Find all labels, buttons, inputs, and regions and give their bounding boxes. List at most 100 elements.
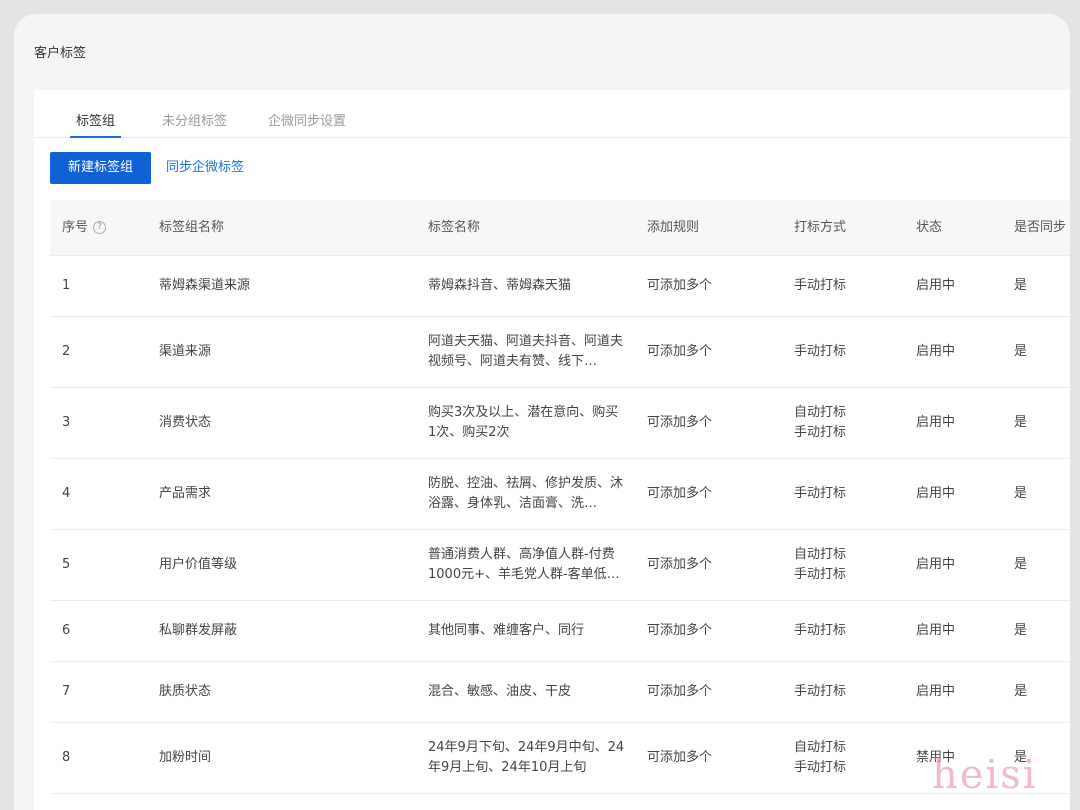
row-add-rule: 可添加多个 [647,415,713,430]
row-status: 启用中 [916,684,956,699]
row-tag-names: 其他同事、难缠客户、同行 [428,601,628,661]
row-tag-names: 蒂姆森抖音、蒂姆森天猫 [428,256,628,316]
table-row[interactable]: 1 蒂姆森渠道来源 蒂姆森抖音、蒂姆森天猫 可添加多个 手动打标 启用中 是 [50,256,1070,317]
row-tag-names: 防脱、控油、祛屑、修护发质、沐浴露、身体乳、洁面膏、洗… [428,459,628,529]
row-group-name: 肤质状态 [159,684,212,699]
row-seq: 7 [62,684,71,699]
table-row[interactable]: 7 肤质状态 混合、敏感、油皮、干皮 可添加多个 手动打标 启用中 是 [50,662,1070,723]
row-tag-mode-item: 手动打标 [794,486,847,501]
row-tag-mode-item: 手动打标 [794,425,847,440]
row-tag-names-text: 普通消费人群、高净值人群-付费1000元+、羊毛党人群-客单低… [428,547,620,582]
row-add-rule: 可添加多个 [647,278,713,293]
row-add-rule: 可添加多个 [647,486,713,501]
tab-tag-groups[interactable]: 标签组 [69,110,122,138]
row-add-rule: 可添加多个 [647,344,713,359]
tab-ungrouped-tags[interactable]: 未分组标签 [162,110,227,129]
row-tag-names-text: 阿道夫天猫、阿道夫抖音、阿道夫视频号、阿道夫有赞、线下… [428,334,624,369]
row-group-name: 加粉时间 [159,750,212,765]
row-tag-mode: 自动打标 手动打标 [794,723,904,793]
row-group-name: 私聊群发屏蔽 [159,623,238,638]
row-sync: 是 [1014,557,1028,572]
header-sync: 是否同步 [1014,219,1067,235]
row-tag-mode: 手动打标 [794,601,904,661]
header-status: 状态 [916,219,943,235]
table-row[interactable]: 2 渠道来源 阿道夫天猫、阿道夫抖音、阿道夫视频号、阿道夫有赞、线下… 可添加多… [50,317,1070,388]
row-group-name: 产品需求 [159,486,212,501]
row-seq: 3 [62,415,71,430]
row-group-name: 消费状态 [159,415,212,430]
row-tag-mode: 手动打标 [794,317,904,387]
row-seq: 6 [62,623,71,638]
row-tag-names-text: 购买3次及以上、潜在意向、购买1次、购买2次 [428,405,619,440]
row-seq: 8 [62,750,71,765]
row-status: 启用中 [916,415,956,430]
row-tag-names: 24年9月下旬、24年9月中旬、24年9月上旬、24年10月上旬 [428,723,628,793]
row-sync: 是 [1014,344,1028,359]
row-tag-names-text: 24年9月下旬、24年9月中旬、24年9月上旬、24年10月上旬 [428,740,625,775]
row-tag-mode-item: 自动打标 [794,405,847,420]
header-tag-names: 标签名称 [428,219,481,235]
row-tag-names: 混合、敏感、油皮、干皮 [428,662,628,722]
tab-wecom-sync-settings[interactable]: 企微同步设置 [268,110,346,129]
table-row[interactable]: 3 消费状态 购买3次及以上、潜在意向、购买1次、购买2次 可添加多个 自动打标… [50,388,1070,459]
row-sync: 是 [1014,415,1028,430]
row-tag-mode-item: 手动打标 [794,278,847,293]
row-tag-mode: 手动打标 [794,662,904,722]
row-group-name: 用户价值等级 [159,557,238,572]
row-tag-mode: 自动打标 手动打标 [794,388,904,458]
row-tag-mode-item: 自动打标 [794,740,847,755]
row-tag-mode: 手动打标 [794,256,904,316]
row-add-rule: 可添加多个 [647,623,713,638]
row-tag-names-text: 蒂姆森抖音、蒂姆森天猫 [428,278,572,293]
row-status: 启用中 [916,278,956,293]
row-tag-names: 购买3次及以上、潜在意向、购买1次、购买2次 [428,388,628,458]
row-tag-names: 阿道夫天猫、阿道夫抖音、阿道夫视频号、阿道夫有赞、线下… [428,317,628,387]
row-add-rule: 可添加多个 [647,750,713,765]
row-seq: 4 [62,486,71,501]
row-tag-mode-item: 自动打标 [794,547,847,562]
watermark: heisi [932,752,1038,798]
row-tag-mode: 手动打标 [794,459,904,529]
row-tag-mode-item: 手动打标 [794,567,847,582]
row-status: 启用中 [916,623,956,638]
row-add-rule: 可添加多个 [647,557,713,572]
row-tag-names-text: 混合、敏感、油皮、干皮 [428,684,572,699]
table-row[interactable]: 8 加粉时间 24年9月下旬、24年9月中旬、24年9月上旬、24年10月上旬 … [50,723,1070,794]
row-status: 启用中 [916,486,956,501]
row-sync: 是 [1014,623,1028,638]
table-row[interactable]: 6 私聊群发屏蔽 其他同事、难缠客户、同行 可添加多个 手动打标 启用中 是 [50,601,1070,662]
row-tag-mode-item: 手动打标 [794,623,847,638]
row-tag-mode: 自动打标 手动打标 [794,530,904,600]
content-card: 标签组 未分组标签 企微同步设置 新建标签组 同步企微标签 序号 ? 标签组名称… [34,90,1070,810]
row-tag-mode-item: 手动打标 [794,684,847,699]
row-tag-mode-item: 手动打标 [794,344,847,359]
page-title: 客户标签 [34,46,87,61]
header-tag-mode: 打标方式 [794,219,847,235]
header-group-name: 标签组名称 [159,219,225,235]
row-add-rule: 可添加多个 [647,684,713,699]
row-group-name: 蒂姆森渠道来源 [159,278,251,293]
new-tag-group-button[interactable]: 新建标签组 [50,152,151,184]
row-seq: 2 [62,344,71,359]
row-sync: 是 [1014,684,1028,699]
row-status: 启用中 [916,344,956,359]
table-row[interactable]: 4 产品需求 防脱、控油、祛屑、修护发质、沐浴露、身体乳、洁面膏、洗… 可添加多… [50,459,1070,530]
row-tag-names: 普通消费人群、高净值人群-付费1000元+、羊毛党人群-客单低… [428,530,628,600]
tab-bar: 标签组 未分组标签 企微同步设置 [34,90,1070,138]
row-sync: 是 [1014,486,1028,501]
tag-group-table: 序号 ? 标签组名称 标签名称 添加规则 打标方式 状态 是否同步 1 蒂姆森渠… [50,200,1070,794]
header-seq-label: 序号 [62,219,89,235]
app-frame: 客户标签 标签组 未分组标签 企微同步设置 新建标签组 同步企微标签 序号 ? … [14,14,1070,810]
header-seq: 序号 ? [62,200,142,255]
header-add-rule: 添加规则 [647,219,700,235]
table-header: 序号 ? 标签组名称 标签名称 添加规则 打标方式 状态 是否同步 [50,200,1070,256]
row-tag-names-text: 其他同事、难缠客户、同行 [428,623,585,638]
row-seq: 5 [62,557,71,572]
row-tag-mode-item: 手动打标 [794,760,847,775]
question-circle-icon[interactable]: ? [93,221,107,234]
row-group-name: 渠道来源 [159,344,212,359]
sync-wecom-tags-button[interactable]: 同步企微标签 [166,152,244,184]
table-row[interactable]: 5 用户价值等级 普通消费人群、高净值人群-付费1000元+、羊毛党人群-客单低… [50,530,1070,601]
row-tag-names-text: 防脱、控油、祛屑、修护发质、沐浴露、身体乳、洁面膏、洗… [428,476,624,511]
row-seq: 1 [62,278,71,293]
